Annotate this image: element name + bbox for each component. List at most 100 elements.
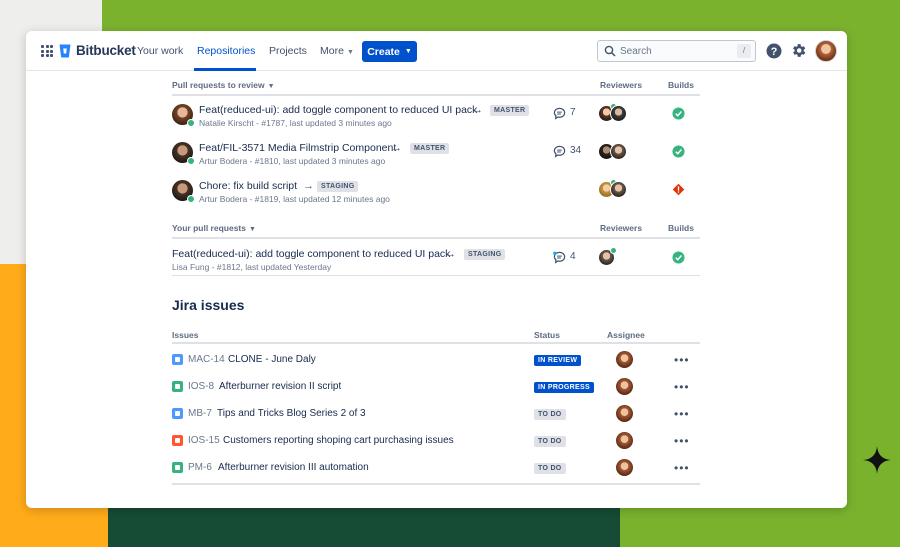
issue-summary[interactable]: CLONE - June Daly bbox=[228, 354, 316, 365]
pull-request-title[interactable]: Feat/FIL-3571 Media Filmstrip Component bbox=[199, 142, 396, 154]
more-actions-icon[interactable]: ••• bbox=[674, 381, 690, 393]
chevron-down-icon: ▼ bbox=[267, 83, 275, 90]
issue-key[interactable]: PM-6 bbox=[188, 462, 212, 473]
comment-icon bbox=[553, 145, 566, 158]
active-nav-indicator bbox=[194, 68, 256, 71]
chevron-down-icon: ▼ bbox=[249, 226, 256, 233]
bitbucket-logo[interactable]: Bitbucket bbox=[59, 43, 136, 58]
online-status-dot bbox=[187, 195, 195, 203]
task-icon bbox=[172, 354, 183, 365]
create-button-label: Create bbox=[367, 45, 400, 58]
author-avatar bbox=[172, 180, 195, 203]
table-bottom-divider bbox=[172, 483, 700, 485]
assignee-avatar[interactable] bbox=[616, 351, 633, 368]
pull-request-title[interactable]: Feat(reduced-ui): add toggle component t… bbox=[172, 248, 450, 260]
your-prs-section-toggle[interactable]: Your pull requests ▼ bbox=[172, 223, 256, 233]
assignee-avatar[interactable] bbox=[616, 405, 633, 422]
help-icon[interactable]: ? bbox=[766, 43, 782, 59]
jira-issue-row[interactable]: IOS-8 Afterburner revision II script IN … bbox=[172, 374, 700, 401]
branch-lozenge: STAGING bbox=[464, 249, 506, 260]
story-icon bbox=[172, 381, 183, 392]
search-icon bbox=[604, 45, 616, 57]
review-section-toggle[interactable]: Pull requests to review ▼ bbox=[172, 80, 275, 90]
issue-key[interactable]: IOS-15 bbox=[188, 435, 220, 446]
reviewers bbox=[598, 103, 630, 123]
task-icon bbox=[172, 408, 183, 419]
assignee-avatar[interactable] bbox=[616, 378, 633, 395]
bitbucket-logo-icon bbox=[59, 44, 71, 57]
chevron-down-icon: ▼ bbox=[404, 48, 412, 55]
more-actions-icon[interactable]: ••• bbox=[674, 462, 690, 474]
review-section-header: Pull requests to review ▼ Reviewers Build… bbox=[172, 74, 700, 96]
more-actions-icon[interactable]: ••• bbox=[674, 354, 690, 366]
jira-issue-row[interactable]: PM-6 Afterburner revision III automation… bbox=[172, 455, 700, 482]
pull-request-meta: Lisa Fung - #1812, last updated Yesterda… bbox=[172, 262, 332, 272]
nav-projects[interactable]: Projects bbox=[269, 45, 307, 57]
profile-avatar[interactable] bbox=[815, 40, 837, 62]
builds-column-header: Builds bbox=[668, 223, 694, 233]
nav-repositories[interactable]: Repositories bbox=[197, 45, 255, 57]
nav-more[interactable]: More ▼ bbox=[320, 45, 354, 57]
status-lozenge[interactable]: IN REVIEW bbox=[534, 355, 582, 366]
your-prs-section-header: Your pull requests ▼ Reviewers Builds bbox=[172, 217, 700, 239]
pull-request-title[interactable]: Chore: fix build script bbox=[199, 180, 297, 192]
reviewer-avatar bbox=[610, 181, 627, 198]
build-success-icon[interactable] bbox=[672, 145, 685, 158]
online-status-dot bbox=[187, 157, 195, 165]
comment-count: 7 bbox=[570, 107, 576, 118]
build-success-icon[interactable] bbox=[672, 251, 685, 264]
status-column-header: Status bbox=[534, 330, 560, 340]
story-icon bbox=[172, 462, 183, 473]
reviewer-avatar bbox=[598, 247, 617, 266]
chevron-down-icon: ▼ bbox=[346, 49, 354, 56]
build-failed-icon[interactable] bbox=[672, 183, 685, 196]
status-lozenge[interactable]: TO DO bbox=[534, 463, 566, 474]
build-success-icon[interactable] bbox=[672, 107, 685, 120]
issue-key[interactable]: MAC-14 bbox=[188, 354, 225, 365]
status-lozenge[interactable]: IN PROGRESS bbox=[534, 382, 594, 393]
gear-icon[interactable] bbox=[790, 42, 807, 59]
search-placeholder: Search bbox=[620, 46, 652, 57]
top-nav: Bitbucket Your work Repositories Project… bbox=[26, 31, 847, 71]
nav-your-work[interactable]: Your work bbox=[137, 45, 183, 57]
comment-count: 4 bbox=[570, 251, 576, 262]
issue-key[interactable]: MB-7 bbox=[188, 408, 212, 419]
status-lozenge[interactable]: TO DO bbox=[534, 409, 566, 420]
jira-issue-row[interactable]: IOS-15 Customers reporting shoping cart … bbox=[172, 428, 700, 455]
branch-lozenge: MASTER bbox=[490, 105, 530, 116]
issue-summary[interactable]: Tips and Tricks Blog Series 2 of 3 bbox=[217, 408, 366, 419]
assignee-avatar[interactable] bbox=[616, 459, 633, 476]
pull-request-title[interactable]: Feat(reduced-ui): add toggle component t… bbox=[199, 104, 477, 116]
arrow-right-icon: → bbox=[445, 248, 456, 260]
arrow-right-icon: → bbox=[303, 180, 314, 192]
issue-summary[interactable]: Afterburner revision II script bbox=[219, 381, 341, 392]
jira-table-header: Issues Status Assignee bbox=[172, 322, 700, 344]
reviewers-column-header: Reviewers bbox=[600, 223, 643, 233]
more-actions-icon[interactable]: ••• bbox=[674, 408, 690, 420]
jira-issue-row[interactable]: MB-7 Tips and Tricks Blog Series 2 of 3 … bbox=[172, 401, 700, 428]
app-name: Bitbucket bbox=[76, 43, 136, 58]
pull-request-row[interactable]: Feat(reduced-ui): add toggle component t… bbox=[172, 97, 700, 135]
arrow-right-icon: → bbox=[472, 104, 483, 116]
author-avatar bbox=[172, 142, 195, 165]
reviewers bbox=[598, 143, 630, 161]
pull-request-row[interactable]: Chore: fix build script → STAGING Artur … bbox=[172, 173, 700, 211]
assignee-avatar[interactable] bbox=[616, 432, 633, 449]
more-actions-icon[interactable]: ••• bbox=[674, 435, 690, 447]
branch-lozenge: STAGING bbox=[317, 181, 359, 192]
reviewers-column-header: Reviewers bbox=[600, 80, 643, 90]
issue-summary[interactable]: Customers reporting shoping cart purchas… bbox=[223, 435, 454, 446]
section-divider bbox=[172, 275, 700, 276]
issue-key[interactable]: IOS-8 bbox=[188, 381, 214, 392]
assignee-column-header: Assignee bbox=[607, 330, 645, 340]
jira-issue-row[interactable]: MAC-14 CLONE - June Daly IN REVIEW ••• bbox=[172, 347, 700, 374]
status-lozenge[interactable]: TO DO bbox=[534, 436, 566, 447]
app-switcher-icon[interactable] bbox=[41, 45, 53, 57]
search-input[interactable]: Search / bbox=[597, 40, 756, 62]
pull-request-row[interactable]: Feat/FIL-3571 Media Filmstrip Component … bbox=[172, 135, 700, 173]
create-button[interactable]: Create ▼ bbox=[362, 41, 417, 62]
issue-summary[interactable]: Afterburner revision III automation bbox=[218, 462, 369, 473]
reviewers bbox=[598, 179, 630, 199]
pull-request-row[interactable]: Feat(reduced-ui): add toggle component t… bbox=[172, 241, 700, 279]
reviewer-avatar bbox=[610, 143, 627, 160]
